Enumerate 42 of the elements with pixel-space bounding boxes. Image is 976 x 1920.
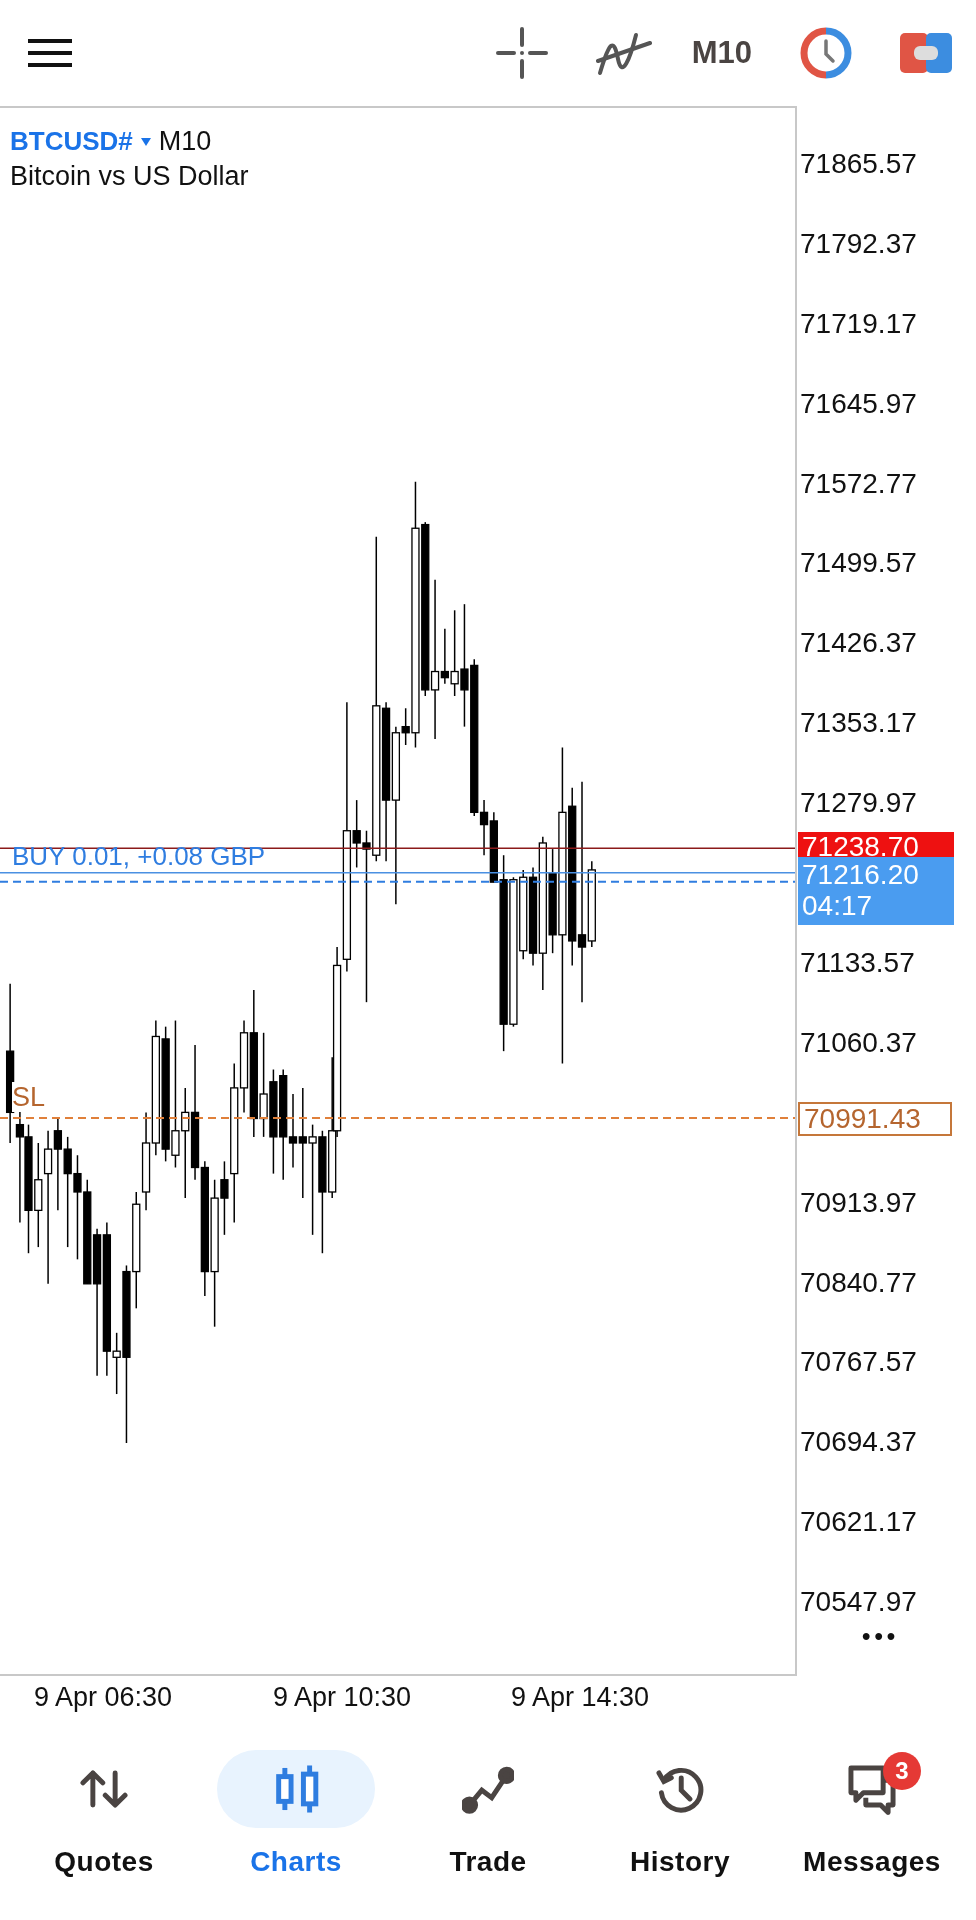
price-label: 71499.57	[800, 547, 917, 580]
period-label: M10	[158, 126, 212, 157]
bar-countdown: 04:17	[802, 889, 874, 921]
price-label: 71060.37	[800, 1026, 917, 1059]
price-label: 70840.77	[800, 1266, 917, 1299]
position-line[interactable]	[0, 880, 796, 883]
price-label: 71719.17	[800, 307, 917, 340]
price-label: 71133.57	[800, 946, 915, 979]
price-label: 71792.37	[800, 227, 917, 260]
price-label: 71645.97	[800, 387, 917, 420]
time-label: 9 Apr 06:30	[34, 1682, 173, 1713]
dropdown-icon[interactable]	[140, 137, 151, 146]
price-label: 71865.57	[800, 148, 917, 180]
price-label: 71426.37	[800, 627, 917, 660]
price-label: 70547.97	[800, 1586, 917, 1619]
stop-loss-line[interactable]	[0, 1117, 796, 1120]
price-label: 71572.77	[800, 467, 917, 500]
symbol-description: Bitcoin vs US Dollar	[10, 161, 249, 192]
crosshair-icon[interactable]	[495, 27, 548, 79]
price-label: 70694.37	[800, 1426, 917, 1459]
nav-tab[interactable]: 3 Messages	[782, 1750, 962, 1878]
nav-tab[interactable]: History	[590, 1750, 770, 1878]
time-label: 9 Apr 10:30	[273, 1682, 412, 1713]
price-label: 71353.17	[800, 707, 917, 740]
price-label: 71279.97	[800, 787, 917, 820]
position-label: BUY 0.01, +0.08 GBP	[12, 840, 266, 871]
price-label: 70767.57	[800, 1346, 917, 1379]
nav-tab[interactable]: Quotes	[14, 1750, 194, 1878]
timeframe-button[interactable]: M10	[691, 35, 752, 71]
price-label: 70913.97	[800, 1186, 917, 1219]
messages-icon	[846, 1763, 898, 1815]
nav-tab[interactable]: Trade	[398, 1750, 578, 1878]
clock-icon[interactable]	[800, 27, 852, 79]
more-icon[interactable]: •••	[862, 1622, 900, 1650]
unread-badge: 3	[883, 1752, 921, 1790]
trade-toggle-icon[interactable]	[900, 33, 952, 73]
price-label: 70621.17	[800, 1506, 917, 1539]
time-label: 9 Apr 14:30	[511, 1682, 650, 1713]
symbol-name[interactable]: BTCUSD#	[10, 126, 133, 157]
stop-loss-price: 70991.43	[798, 1102, 952, 1137]
stop-loss-label: SL	[12, 1082, 46, 1113]
menu-icon[interactable]	[28, 37, 72, 69]
